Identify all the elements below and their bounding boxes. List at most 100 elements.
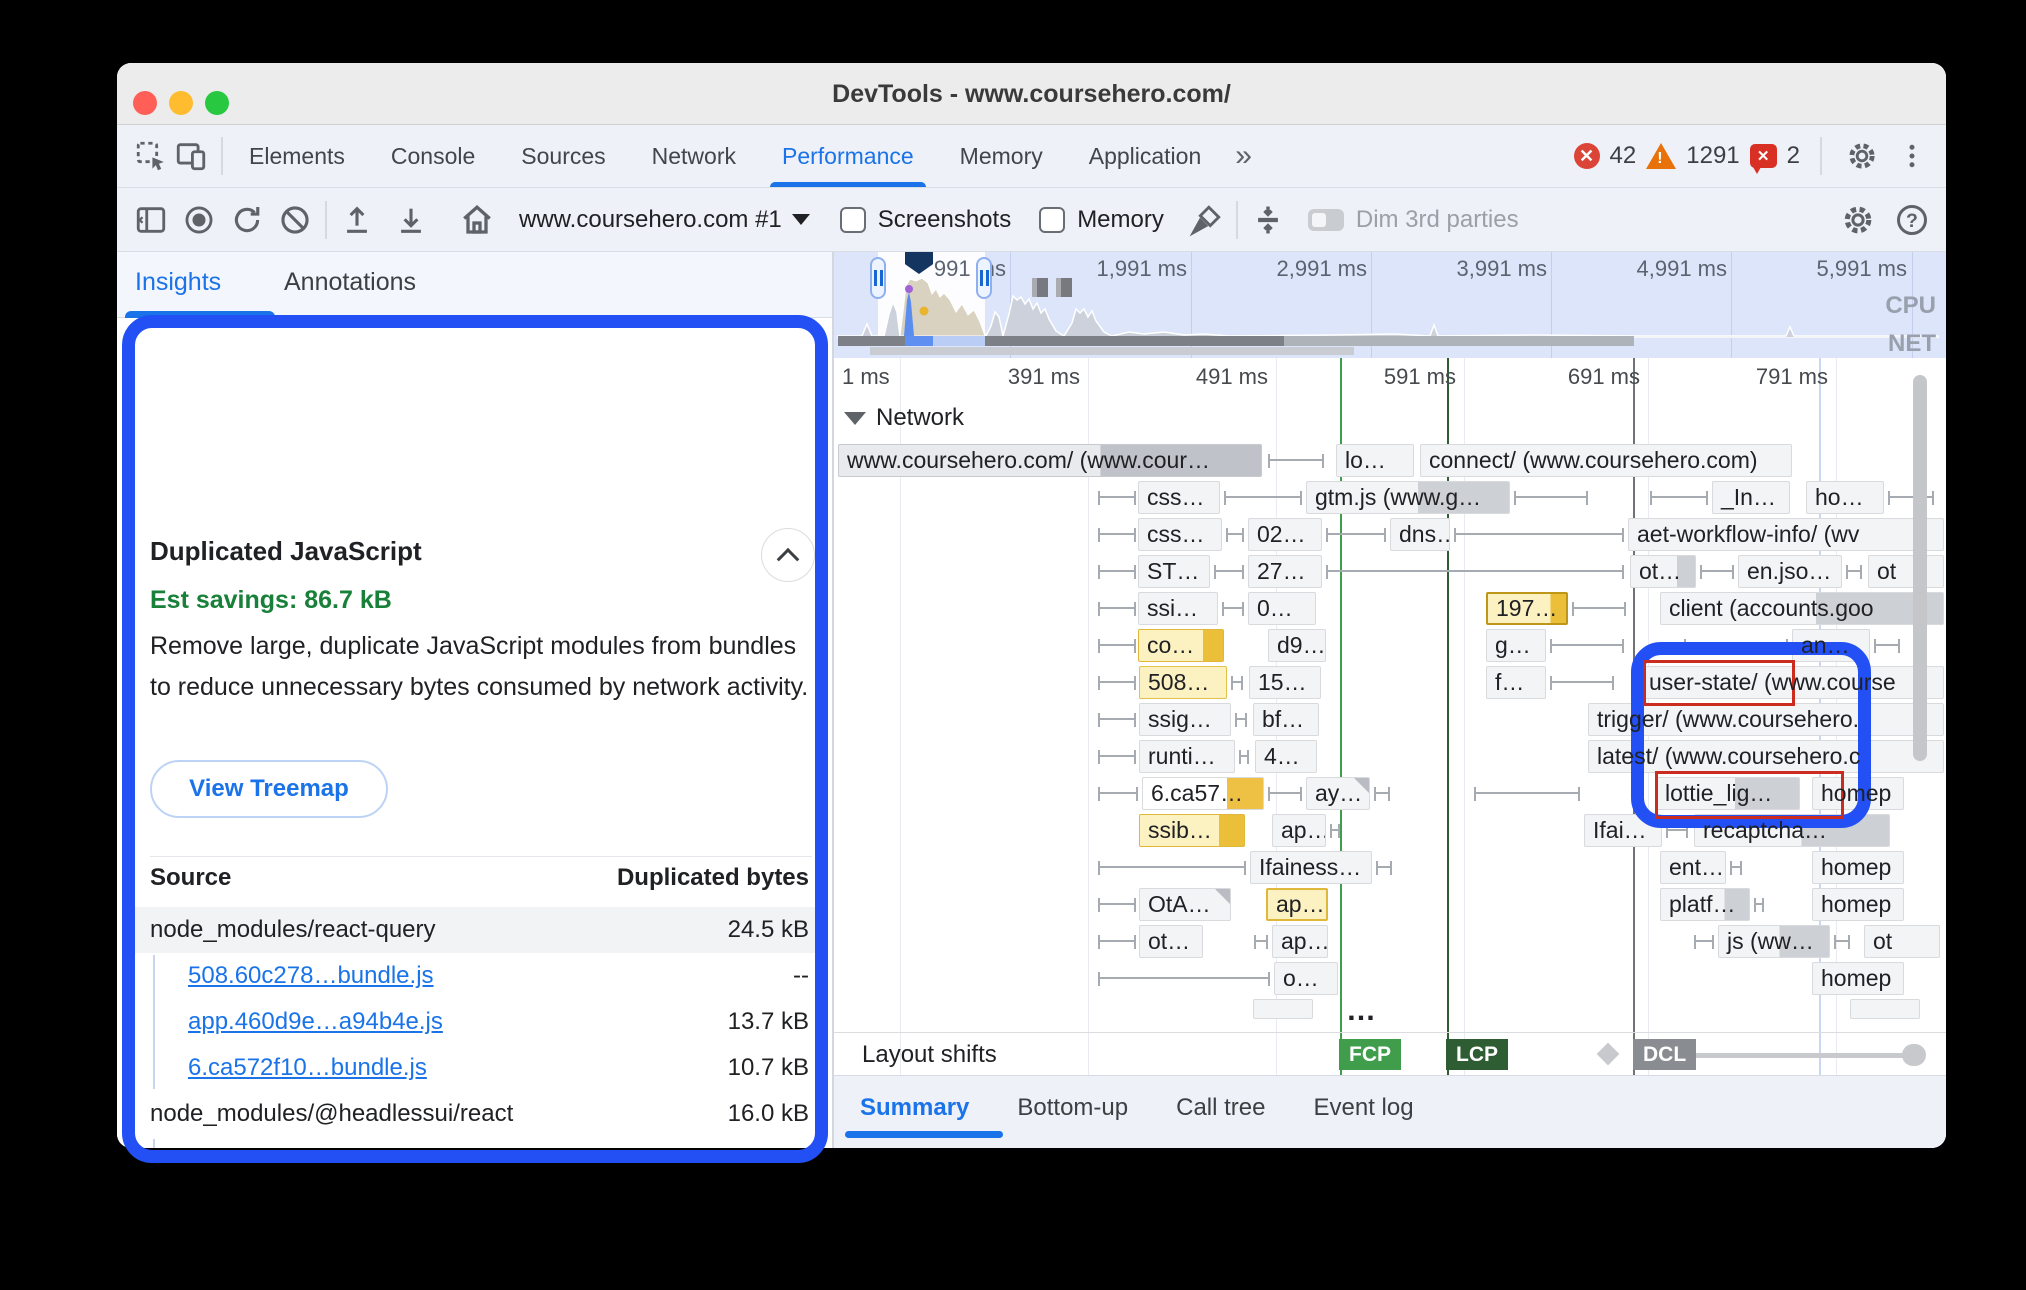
issues-badge-icon[interactable]: ✕: [1750, 144, 1777, 168]
selection-right-handle[interactable]: [976, 257, 992, 299]
network-request-css-[interactable]: css…: [1138, 518, 1222, 551]
network-request-ota-[interactable]: OtA…: [1139, 888, 1231, 921]
network-request-ifai-[interactable]: Ifai…: [1584, 814, 1662, 847]
network-request-02-[interactable]: 02…: [1248, 518, 1322, 551]
network-request-ho-[interactable]: ho…: [1806, 481, 1884, 514]
network-request-aet-workflow-info-wv[interactable]: aet-workflow-info/ (wv: [1628, 518, 1944, 551]
dim-3rd-parties-toggle[interactable]: [1308, 209, 1344, 231]
tab-insights[interactable]: Insights: [135, 268, 221, 297]
network-request-block[interactable]: [1253, 999, 1313, 1019]
dcl-badge[interactable]: DCL: [1633, 1039, 1696, 1070]
bundle-link[interactable]: 508.60c278…bundle.js: [188, 962, 434, 990]
bundle-link[interactable]: app.460d9e…a94b4e.js: [188, 1008, 443, 1036]
network-request-f-[interactable]: f…: [1486, 666, 1546, 699]
record-icon[interactable]: [179, 200, 219, 240]
memory-checkbox[interactable]: [1039, 207, 1065, 233]
tab-annotations[interactable]: Annotations: [284, 268, 416, 297]
network-request-homep[interactable]: homep: [1812, 777, 1904, 810]
capture-settings-gear-icon[interactable]: [1838, 200, 1878, 240]
network-request-recaptcha-[interactable]: recaptcha…: [1694, 814, 1890, 847]
network-request-ot-[interactable]: ot…: [1630, 555, 1696, 588]
network-request-d9-[interactable]: d9…: [1268, 629, 1326, 662]
network-request-latest-www-coursehero-c[interactable]: latest/ (www.coursehero.c: [1588, 740, 1944, 773]
view-treemap-button[interactable]: View Treemap: [150, 760, 388, 818]
network-request-an-[interactable]: an…: [1792, 629, 1870, 662]
network-request-www-coursehero-com-www-cour-[interactable]: www.coursehero.com/ (www.cour…: [838, 444, 1262, 477]
more-tabs-icon[interactable]: »: [1235, 139, 1252, 173]
network-request-homep[interactable]: homep: [1812, 851, 1904, 884]
bundle-link[interactable]: 6.ca572f10…bundle.js: [188, 1054, 427, 1082]
lcp-badge[interactable]: LCP: [1446, 1039, 1508, 1070]
error-count[interactable]: 42: [1610, 142, 1637, 170]
network-request-connect-www-coursehero-com-[interactable]: connect/ (www.coursehero.com): [1420, 444, 1792, 477]
reload-record-icon[interactable]: [227, 200, 267, 240]
network-request-4-[interactable]: 4…: [1255, 740, 1317, 773]
kebab-menu-icon[interactable]: [1892, 136, 1932, 176]
network-request-0-[interactable]: 0…: [1248, 592, 1316, 625]
tab-sources[interactable]: Sources: [521, 125, 605, 187]
screenshots-checkbox[interactable]: [840, 207, 866, 233]
network-request-lottie-lig-[interactable]: lottie_lig…: [1656, 777, 1800, 810]
tab-memory[interactable]: Memory: [960, 125, 1043, 187]
upload-profile-icon[interactable]: [337, 200, 377, 240]
selection-left-handle[interactable]: [870, 257, 886, 299]
network-request-co-[interactable]: co…: [1138, 629, 1224, 662]
network-request--in-[interactable]: _In…: [1712, 481, 1790, 514]
bottom-tab-summary[interactable]: Summary: [860, 1094, 969, 1122]
network-request-ot[interactable]: ot: [1864, 925, 1940, 958]
network-request-197-[interactable]: 197…: [1486, 592, 1568, 625]
tab-network[interactable]: Network: [652, 125, 736, 187]
network-request-user-state-www-course[interactable]: user-state/ (www.course: [1640, 666, 1944, 699]
error-badge-icon[interactable]: ✕: [1574, 143, 1600, 169]
collapse-insight-button[interactable]: [761, 528, 815, 582]
network-request-js-ww-[interactable]: js (ww…: [1718, 925, 1830, 958]
network-request-ap-[interactable]: ap…: [1272, 925, 1328, 958]
network-request-ssi-[interactable]: ssi…: [1138, 592, 1218, 625]
network-request-ap-[interactable]: ap…: [1266, 888, 1328, 921]
collapse-flame-icon[interactable]: [1248, 200, 1288, 240]
network-request-trigger-www-coursehero-[interactable]: trigger/ (www.coursehero.: [1588, 703, 1944, 736]
network-request-o-[interactable]: o…: [1274, 962, 1338, 995]
network-request-ssig-[interactable]: ssig…: [1139, 703, 1231, 736]
network-request-runti-[interactable]: runti…: [1139, 740, 1235, 773]
bundle-link[interactable]: 6.ca572f10…bundle.js: [188, 1146, 427, 1148]
network-request-homep[interactable]: homep: [1812, 888, 1904, 921]
tab-application[interactable]: Application: [1089, 125, 1202, 187]
toggle-sidebar-icon[interactable]: [131, 200, 171, 240]
inspect-element-icon[interactable]: [131, 136, 171, 176]
network-request-27-[interactable]: 27…: [1248, 555, 1322, 588]
garbage-collect-brush-icon[interactable]: [1186, 200, 1226, 240]
warning-badge-icon[interactable]: !: [1646, 143, 1676, 169]
network-request-bf-[interactable]: bf…: [1253, 703, 1319, 736]
network-request-g-[interactable]: g…: [1486, 629, 1546, 662]
timeline-overview[interactable]: 991 ms1,991 ms2,991 ms3,991 ms4,991 ms5,…: [834, 252, 1946, 358]
network-request-ot-[interactable]: ot…: [1139, 925, 1203, 958]
network-request-st-[interactable]: ST…: [1138, 555, 1210, 588]
network-request-ay-[interactable]: ay…: [1306, 777, 1370, 810]
settings-gear-icon[interactable]: [1842, 136, 1882, 176]
chevron-down-icon[interactable]: [792, 214, 810, 225]
fcp-badge[interactable]: FCP: [1339, 1039, 1401, 1070]
clear-icon[interactable]: [275, 200, 315, 240]
network-request-ifainess-[interactable]: Ifainess…: [1250, 851, 1372, 884]
network-request-ssib-[interactable]: ssib…: [1139, 814, 1245, 847]
network-request-ap-[interactable]: ap…: [1272, 814, 1326, 847]
vertical-scrollbar[interactable]: [1913, 375, 1927, 761]
network-request-ot[interactable]: ot: [1868, 555, 1944, 588]
issue-count[interactable]: 2: [1787, 142, 1800, 170]
history-dropdown[interactable]: www.coursehero.com #1: [519, 206, 782, 234]
network-request-css-[interactable]: css…: [1138, 481, 1220, 514]
home-icon[interactable]: [457, 200, 497, 240]
device-toolbar-icon[interactable]: [171, 136, 211, 176]
network-request-15-[interactable]: 15…: [1249, 666, 1321, 699]
network-request-ent-[interactable]: ent…: [1660, 851, 1726, 884]
network-request-508-[interactable]: 508…: [1139, 666, 1227, 699]
network-request-client-accounts-goo[interactable]: client (accounts.goo: [1660, 592, 1944, 625]
download-profile-icon[interactable]: [391, 200, 431, 240]
tab-performance[interactable]: Performance: [782, 125, 914, 187]
network-request-en-jso-[interactable]: en.jso…: [1738, 555, 1842, 588]
network-request-lo-[interactable]: lo…: [1336, 444, 1414, 477]
bottom-tab-call-tree[interactable]: Call tree: [1176, 1094, 1265, 1122]
more-rows-ellipsis[interactable]: …: [1346, 994, 1378, 1028]
bottom-tab-bottom-up[interactable]: Bottom-up: [1017, 1094, 1128, 1122]
